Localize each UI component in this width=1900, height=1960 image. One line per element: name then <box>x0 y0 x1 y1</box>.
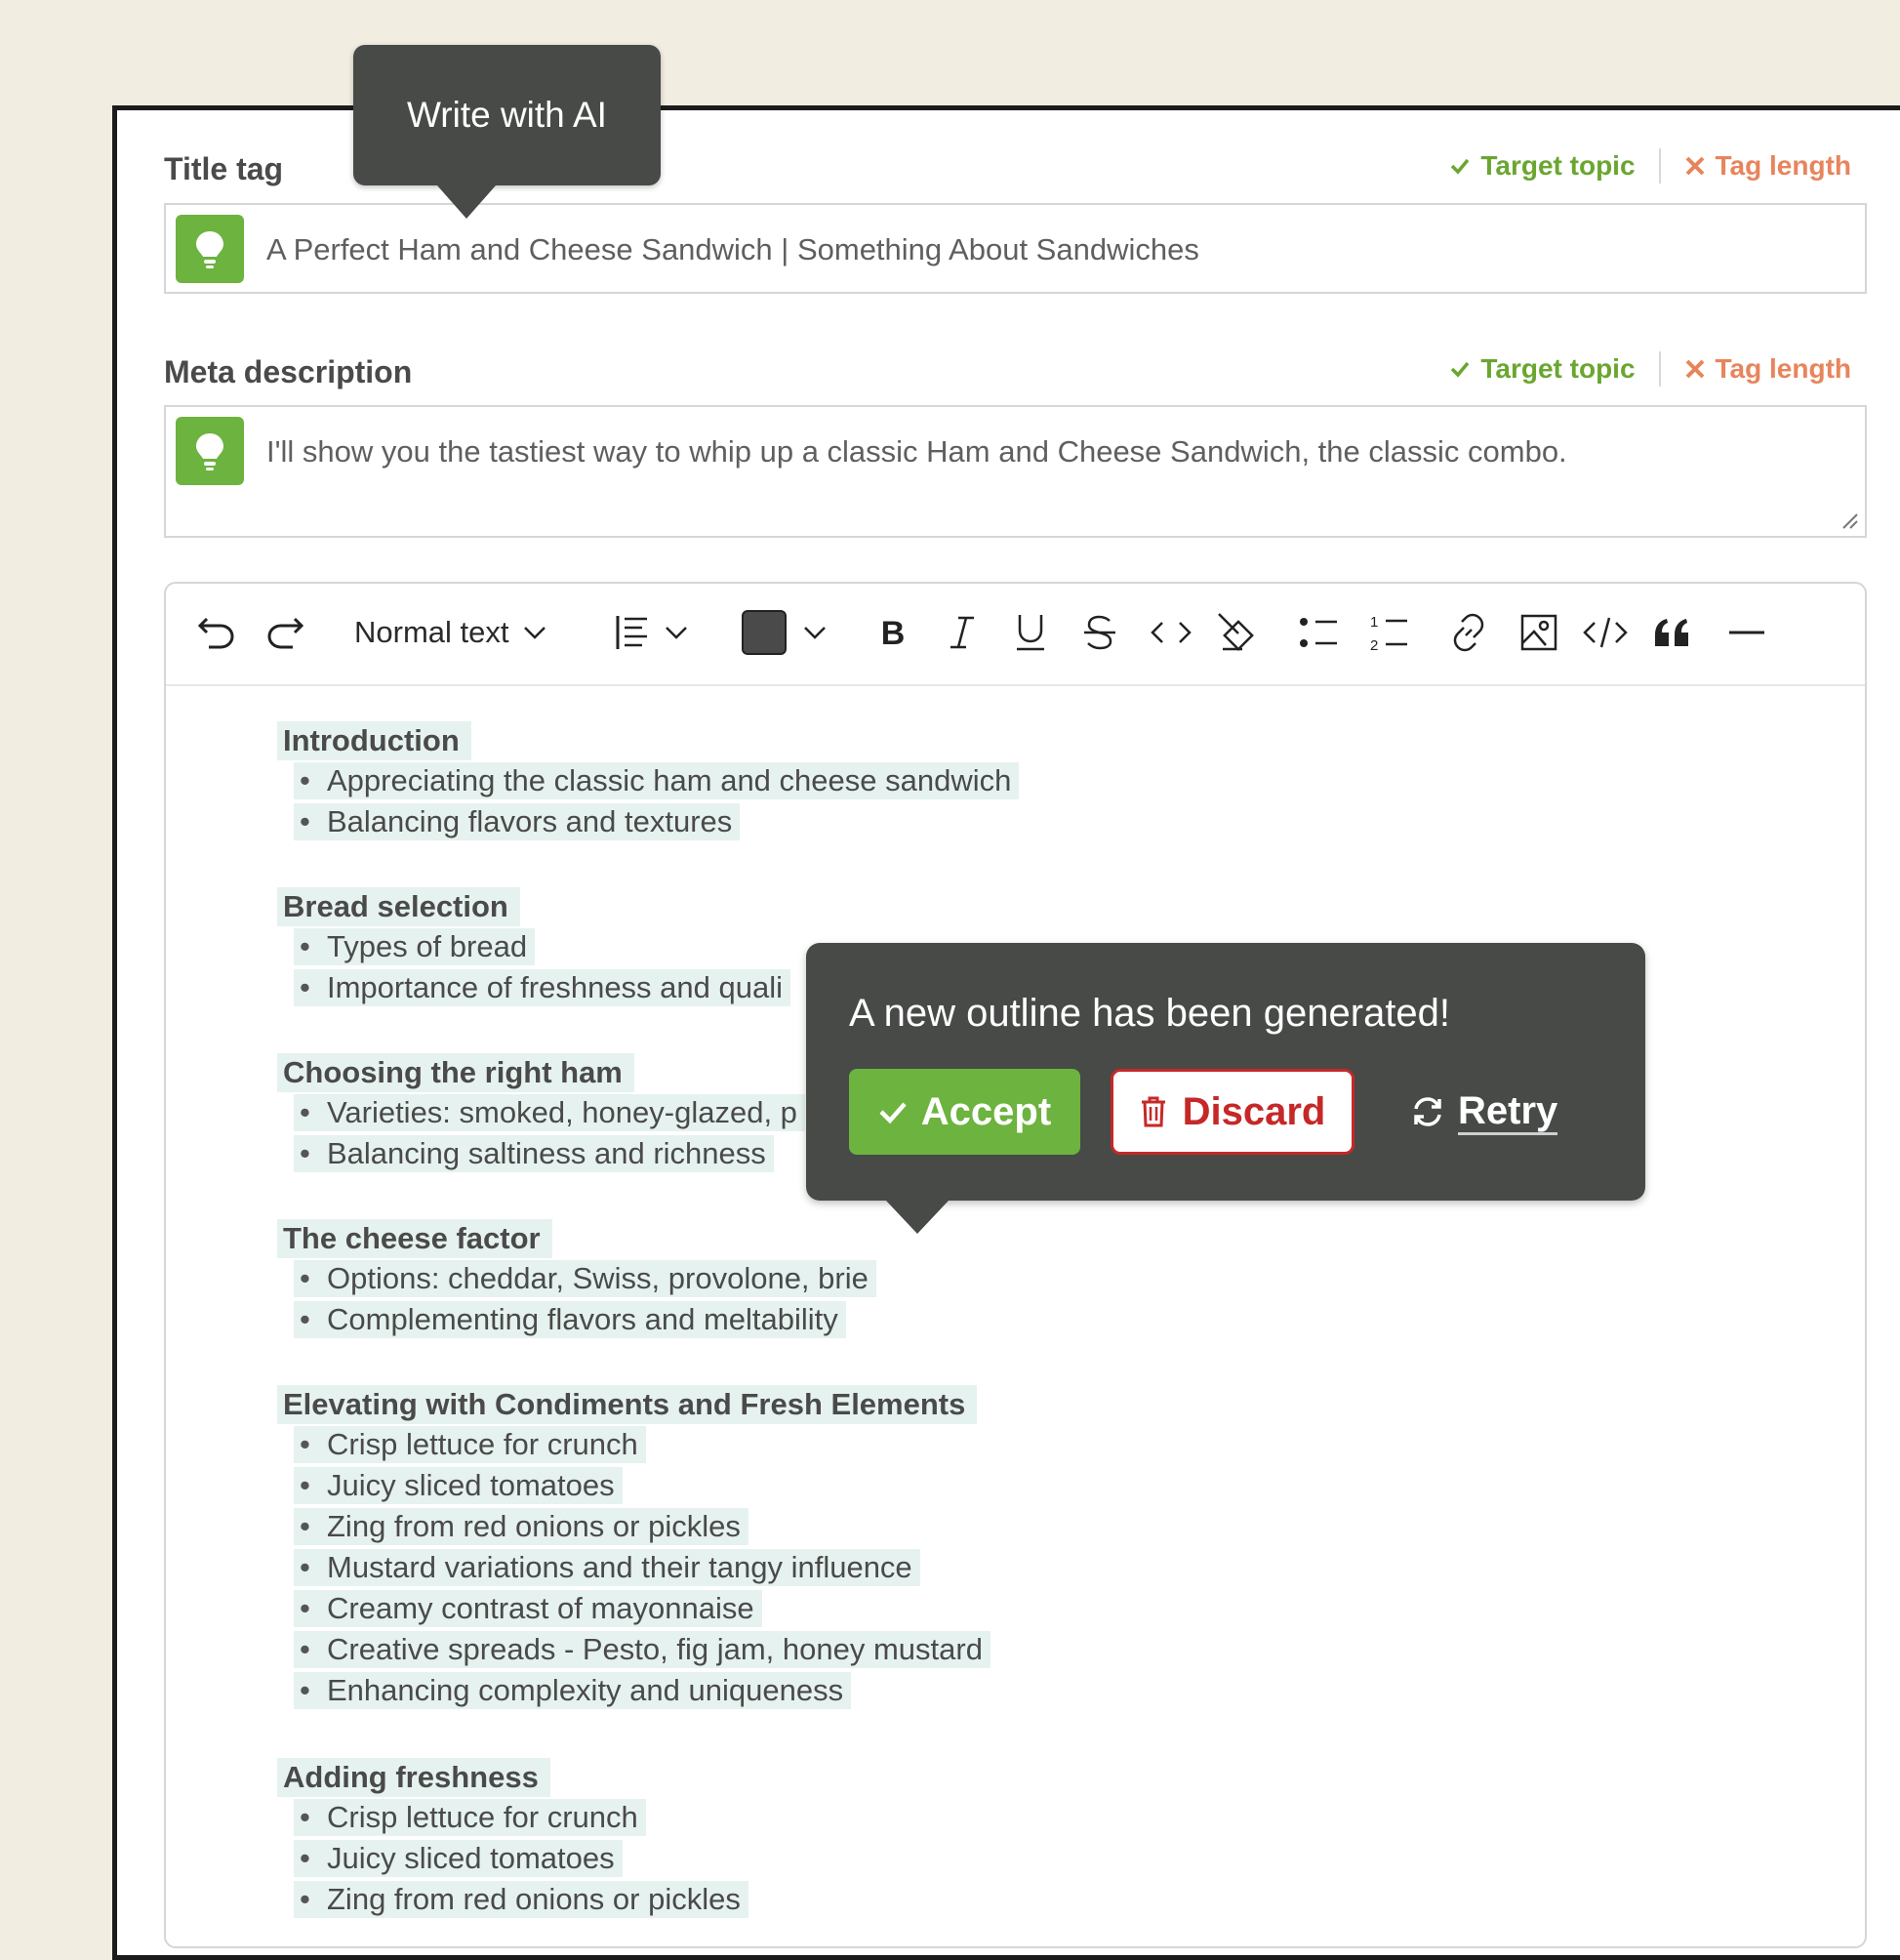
outline-item: • Crisp lettuce for crunch <box>294 1799 646 1836</box>
text-color-dropdown[interactable] <box>742 607 828 658</box>
outline-item: • Creamy contrast of mayonnaise <box>294 1590 762 1627</box>
write-with-ai-tooltip: Write with AI <box>353 45 661 219</box>
outline-item: • Enhancing complexity and uniqueness <box>294 1672 852 1709</box>
outline-heading: Elevating with Condiments and Fresh Elem… <box>277 1385 978 1424</box>
check-icon <box>1451 361 1470 378</box>
underline-icon[interactable] <box>1011 607 1050 658</box>
chevron-down-icon <box>666 627 687 639</box>
outline-heading: The cheese factor <box>277 1219 552 1258</box>
meta-description-checks: Target topic Tag length <box>1449 351 1851 387</box>
svg-text:1: 1 <box>1370 614 1378 631</box>
meta-description-label: Meta description <box>164 354 413 389</box>
outline-item: • Balancing saltiness and richness <box>294 1135 774 1172</box>
clear-format-icon[interactable] <box>1215 607 1260 658</box>
svg-text:B: B <box>881 615 906 652</box>
bold-icon[interactable]: B <box>873 607 912 658</box>
outline-heading: Choosing the right ham <box>277 1053 634 1092</box>
redo-icon[interactable] <box>263 607 306 658</box>
outline-item: • Juicy sliced tomatoes <box>294 1467 623 1504</box>
outline-item: • Crisp lettuce for crunch <box>294 1426 646 1463</box>
meta-description-input[interactable]: I'll show you the tastiest way to whip u… <box>266 434 1567 470</box>
outline-item: • Balancing flavors and textures <box>294 803 741 840</box>
tag-length-check: Tag length <box>1684 150 1851 182</box>
numbered-list-icon[interactable]: 12 <box>1368 607 1411 658</box>
outline-item: • Zing from red onions or pickles <box>294 1881 748 1918</box>
outline-item: • Creative spreads - Pesto, fig jam, hone… <box>294 1631 990 1668</box>
outline-item: • Appreciating the classic ham and cheese… <box>294 762 1020 799</box>
undo-icon[interactable] <box>195 607 238 658</box>
inline-code-icon[interactable] <box>1147 607 1195 658</box>
title-tag-field[interactable]: A Perfect Ham and Cheese Sandwich | Some… <box>164 203 1867 294</box>
target-topic-check: Target topic <box>1449 353 1636 385</box>
discard-button[interactable]: Discard <box>1111 1069 1354 1155</box>
italic-icon[interactable] <box>943 607 982 658</box>
chevron-down-icon <box>804 627 826 639</box>
svg-text:2: 2 <box>1370 637 1378 654</box>
popup-message: A new outline has been generated! <box>849 992 1451 1035</box>
outline-item: • Options: cheddar, Swiss, provolone, bri… <box>294 1260 876 1297</box>
outline-item: • Complementing flavors and meltability <box>294 1301 846 1338</box>
outline-item: • Importance of freshness and quali <box>294 969 790 1006</box>
title-tag-label: Title tag <box>164 151 284 186</box>
lightbulb-icon[interactable] <box>176 417 244 485</box>
title-tag-checks: Target topic Tag length <box>1449 148 1851 184</box>
meta-description-field[interactable]: I'll show you the tastiest way to whip u… <box>164 405 1867 538</box>
tag-length-check: Tag length <box>1684 353 1851 385</box>
retry-button[interactable]: Retry <box>1411 1069 1558 1155</box>
image-icon[interactable] <box>1518 607 1559 658</box>
refresh-icon <box>1414 1097 1441 1126</box>
outline-generated-popup: A new outline has been generated! Accept… <box>806 943 1645 1234</box>
quote-icon[interactable] <box>1651 607 1694 658</box>
outline-item: • Types of bread <box>294 928 536 965</box>
trash-icon <box>1141 1096 1165 1127</box>
outline-heading: Adding freshness <box>277 1758 550 1797</box>
color-swatch <box>742 610 787 655</box>
outline-item: • Zing from red onions or pickles <box>294 1508 748 1545</box>
title-tag-input[interactable]: A Perfect Ham and Cheese Sandwich | Some… <box>266 232 1199 267</box>
outline-item: • Juicy sliced tomatoes <box>294 1840 623 1877</box>
x-icon <box>1685 156 1704 176</box>
align-icon <box>616 616 647 649</box>
target-topic-check: Target topic <box>1449 150 1636 182</box>
strikethrough-icon[interactable] <box>1080 607 1119 658</box>
x-icon <box>1685 359 1704 379</box>
check-icon <box>879 1102 907 1124</box>
resize-handle-icon[interactable] <box>1839 510 1859 530</box>
horizontal-rule-icon[interactable] <box>1725 607 1768 658</box>
check-icon <box>1451 158 1470 175</box>
align-dropdown[interactable] <box>615 607 689 658</box>
chevron-down-icon <box>524 627 546 639</box>
editor-toolbar: Normal text B 1 2 <box>166 584 1865 686</box>
outline-item: • Mustard variations and their tangy infl… <box>294 1549 920 1586</box>
lightbulb-icon[interactable] <box>176 215 244 283</box>
accept-button[interactable]: Accept <box>849 1069 1080 1155</box>
code-block-icon[interactable] <box>1581 607 1630 658</box>
link-icon[interactable] <box>1446 607 1491 658</box>
text-style-dropdown[interactable]: Normal text <box>354 607 547 658</box>
outline-heading: Bread selection <box>277 887 520 926</box>
outline-item: • Varieties: smoked, honey-glazed, p <box>294 1094 805 1131</box>
bullet-list-icon[interactable] <box>1298 607 1341 658</box>
outline-heading: Introduction <box>277 721 471 760</box>
